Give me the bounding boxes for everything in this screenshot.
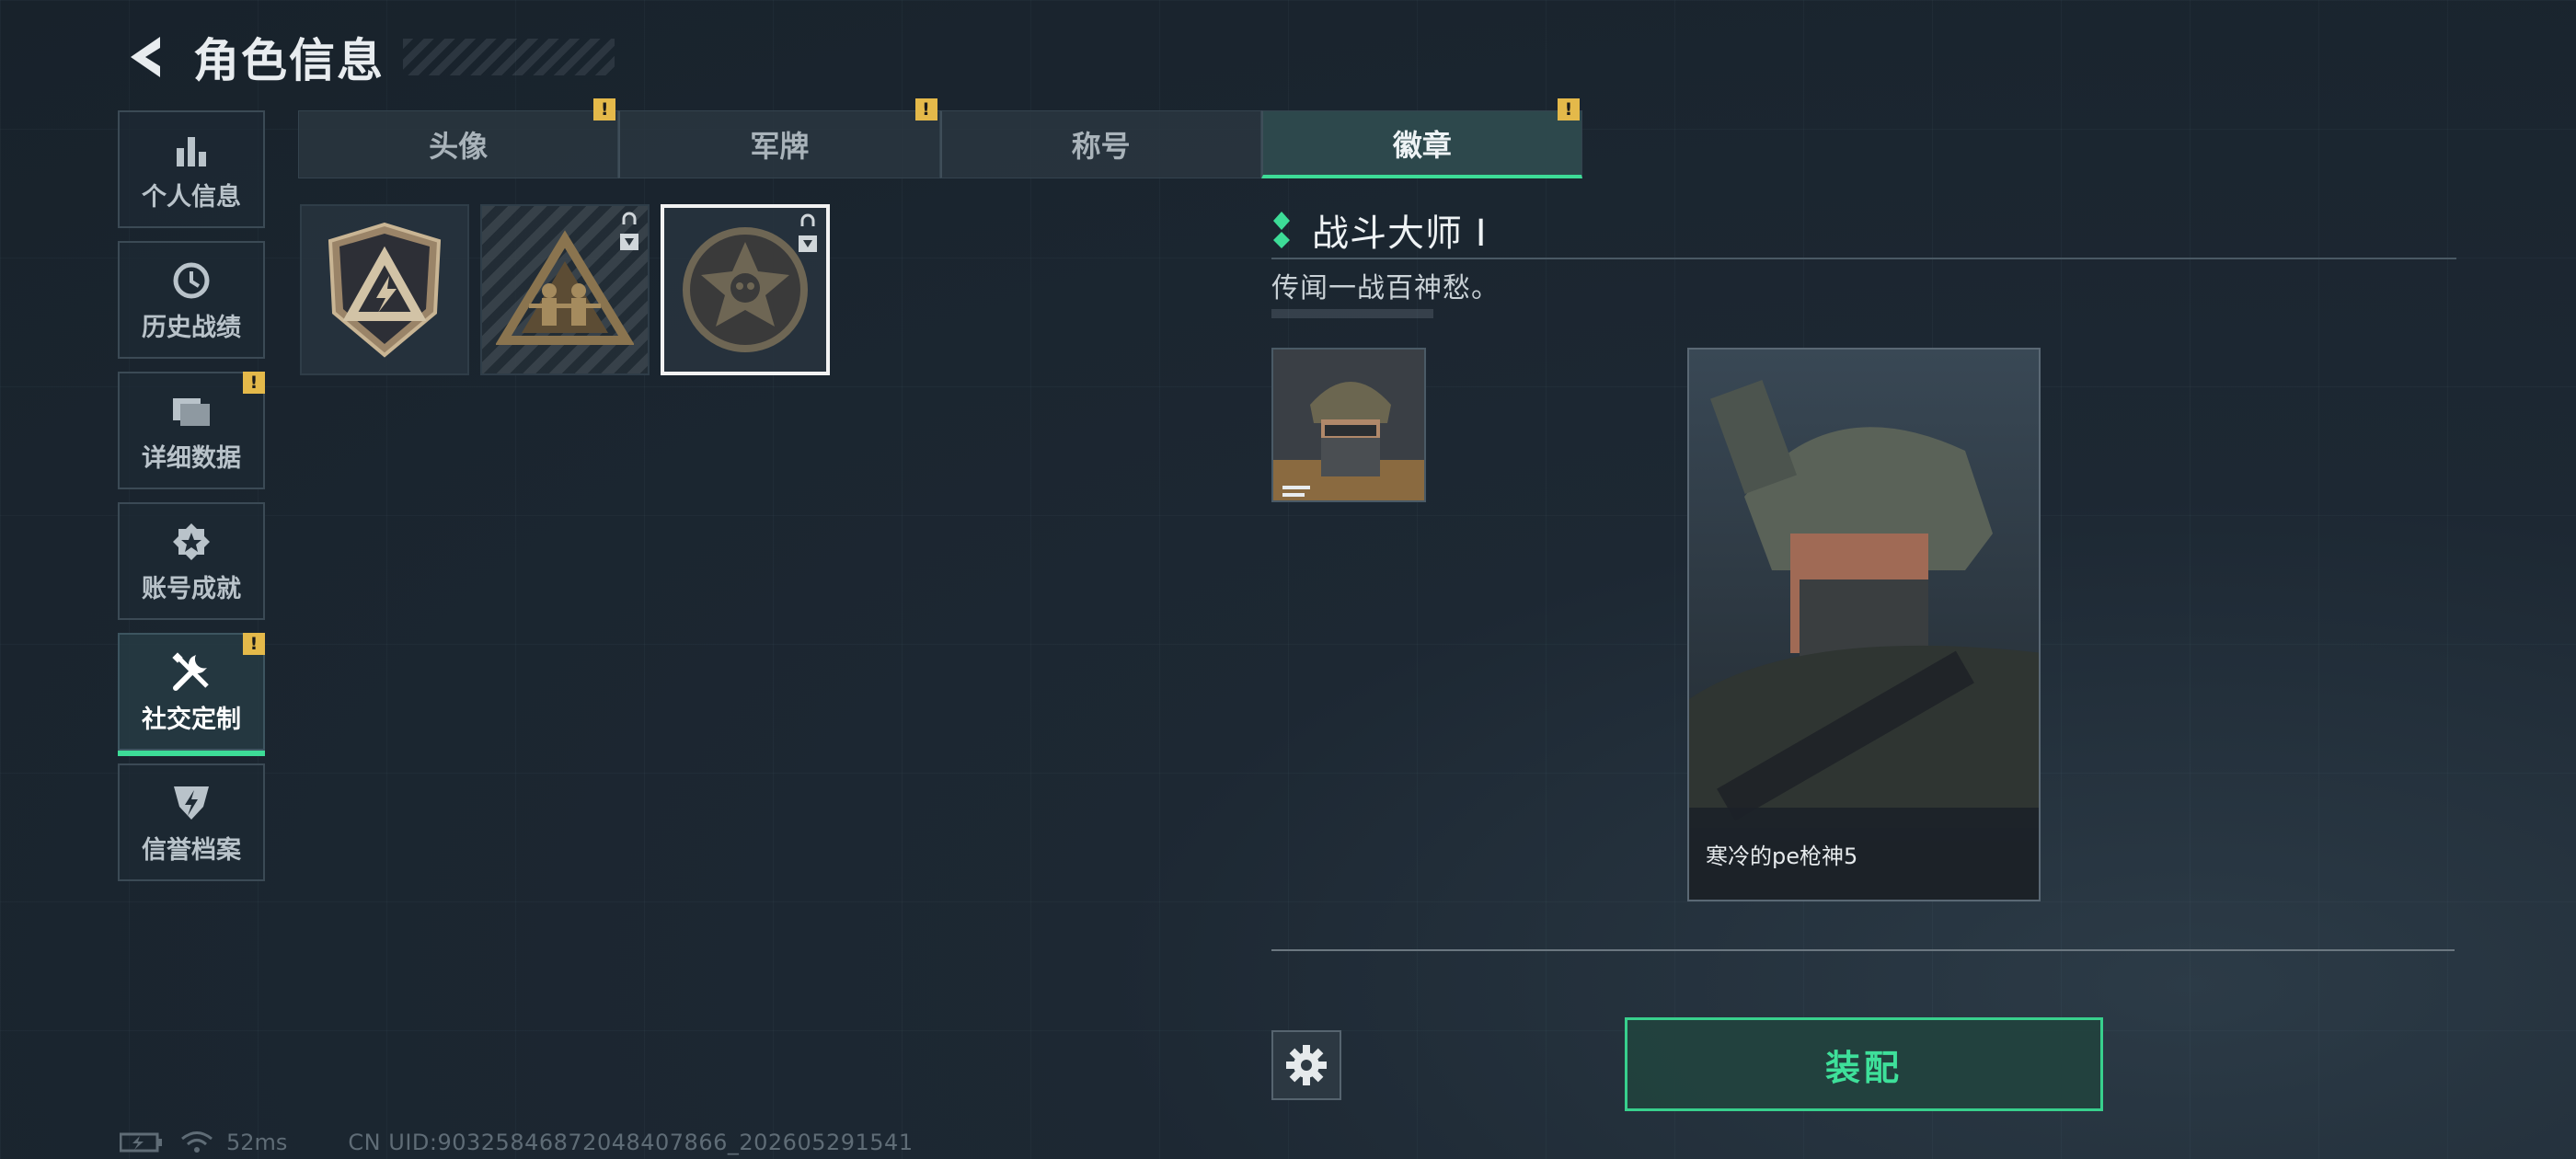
triangle-lightning-badge-icon <box>328 222 442 358</box>
sidebar-item-personal-info[interactable]: 个人信息 <box>118 110 265 228</box>
page-title: 角色信息 <box>193 34 385 87</box>
bar-chart-icon <box>177 136 206 166</box>
star-skull-badge-icon <box>683 227 808 352</box>
sidebar-item-label: 社交定制 <box>142 705 241 734</box>
title-decoration <box>403 39 615 75</box>
sidebar: 个人信息 历史战绩 详细数据 ! 账号成就 社交定制 ! 信誉档案 <box>118 110 265 894</box>
badge-item[interactable] <box>480 204 650 375</box>
wifi-icon <box>181 1131 213 1153</box>
alert-badge: ! <box>243 372 265 394</box>
player-name: 寒冷的pe枪神5 <box>1706 843 1858 869</box>
card-name-bar: 寒冷的pe枪神5 <box>1689 808 2039 900</box>
badge-item-selected[interactable] <box>661 204 830 375</box>
alert-badge: ! <box>914 98 937 120</box>
badge-description: 传闻一战百神愁。 <box>1271 272 1500 304</box>
badge-detail-header: 战斗大师 Ⅰ <box>1271 202 2456 259</box>
sidebar-item-label: 账号成就 <box>142 574 241 603</box>
equip-button[interactable]: 装配 <box>1625 1017 2103 1111</box>
battery-icon <box>120 1132 162 1153</box>
badge-item[interactable] <box>300 204 469 375</box>
tools-icon <box>172 651 209 691</box>
settings-button[interactable] <box>1271 1030 1341 1100</box>
back-button[interactable] <box>120 29 175 85</box>
sidebar-item-history[interactable]: 历史战绩 <box>118 241 265 359</box>
ping-text: 52ms <box>226 1130 288 1155</box>
folder-icon <box>173 397 210 426</box>
tab-avatar[interactable]: 头像 ! <box>298 98 619 178</box>
status-bar: 52ms CN UID:90325846872048407866_2026052… <box>120 1130 914 1155</box>
avatar <box>1271 348 1426 502</box>
sidebar-item-label: 历史战绩 <box>142 313 241 342</box>
alert-badge: ! <box>243 633 265 655</box>
tab-label: 徽章 <box>1392 127 1452 163</box>
sidebar-item-reputation[interactable]: 信誉档案 <box>118 763 265 881</box>
tab-label: 军牌 <box>750 129 810 164</box>
sidebar-item-social-custom[interactable]: 社交定制 ! <box>118 633 265 756</box>
badge-title: 战斗大师 Ⅰ <box>1312 212 1488 255</box>
lock-icon <box>799 213 817 252</box>
uid-text: CN UID:90325846872048407866_202605291541 <box>348 1130 914 1155</box>
alert-badge: ! <box>1558 98 1580 120</box>
diamond-marker-icon <box>1273 212 1290 248</box>
tab-badge[interactable]: 徽章 ! <box>1260 98 1582 178</box>
tab-title[interactable]: 称号 <box>939 110 1261 178</box>
lock-icon <box>620 212 638 250</box>
player-card: 寒冷的pe枪神5 <box>1687 348 2041 901</box>
tab-label: 头像 <box>429 129 489 164</box>
history-icon <box>173 262 210 298</box>
sidebar-item-label: 个人信息 <box>142 182 241 212</box>
sidebar-item-achievements[interactable]: 账号成就 <box>118 502 265 620</box>
sidebar-item-detailed-data[interactable]: 详细数据 ! <box>118 372 265 489</box>
equip-button-label: 装配 <box>1824 1047 1903 1088</box>
tab-label: 称号 <box>1071 129 1131 164</box>
tab-dogtag[interactable]: 军牌 ! <box>618 98 940 178</box>
soldiers-triangle-badge-icon <box>496 230 634 345</box>
divider <box>1271 949 2455 951</box>
gear-icon <box>1286 1045 1327 1085</box>
header: 角色信息 <box>120 24 615 90</box>
description-underline <box>1271 309 1433 318</box>
shield-icon <box>174 786 209 820</box>
sidebar-item-label: 详细数据 <box>142 443 241 473</box>
sidebar-item-label: 信誉档案 <box>142 835 241 865</box>
alert-badge: ! <box>593 98 616 120</box>
soldier-portrait-icon <box>1273 350 1424 500</box>
medal-icon <box>173 522 210 560</box>
back-arrow-icon <box>131 37 160 77</box>
tab-bar: 头像 ! 军牌 ! 称号 徽章 ! <box>298 98 1582 178</box>
badge-grid <box>300 204 830 375</box>
